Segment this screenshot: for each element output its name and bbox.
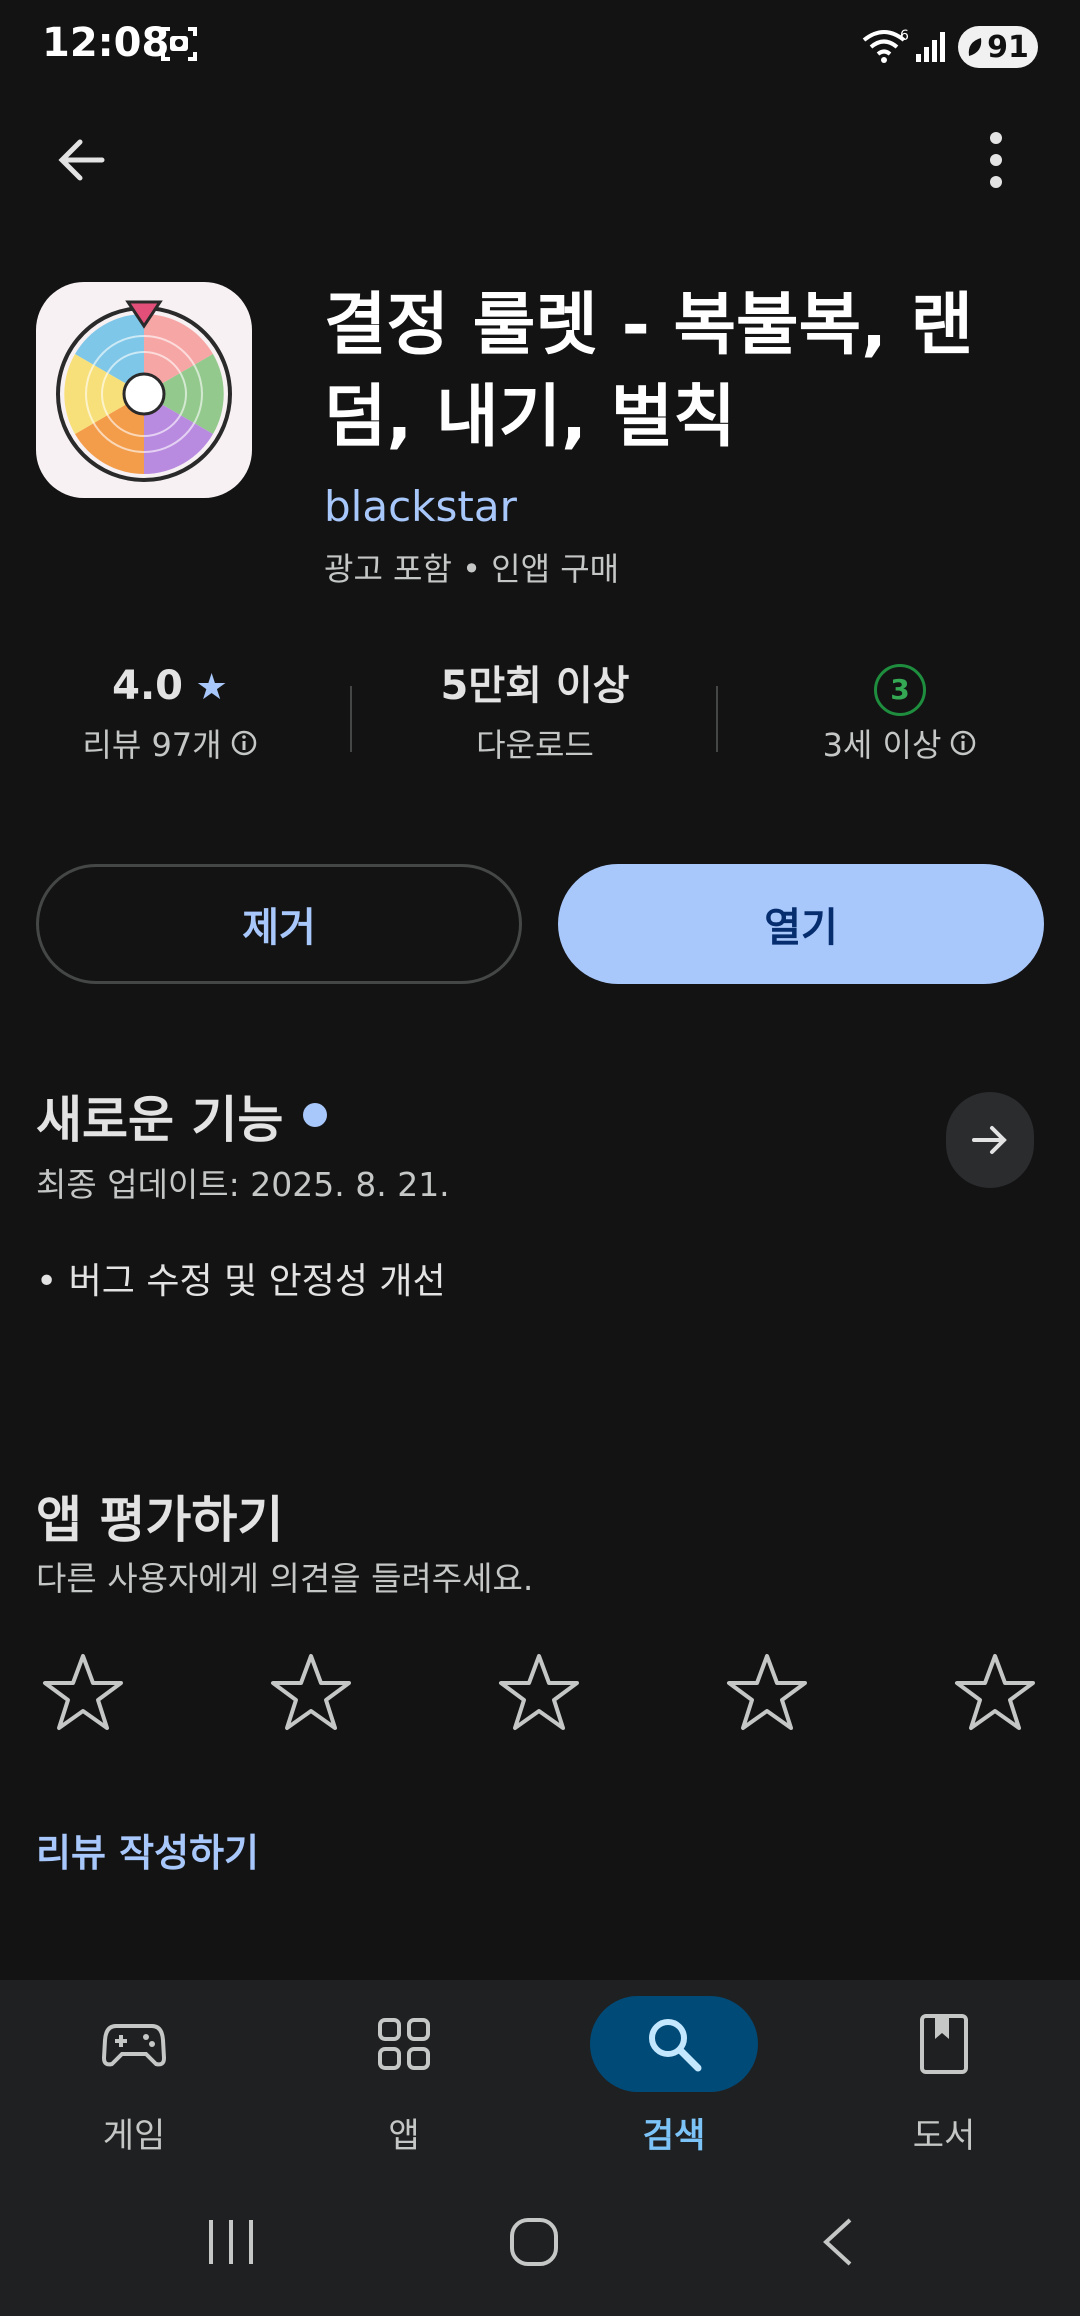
developer-link[interactable]: blackstar [324,482,517,531]
downloads-value: 5만회 이상 [440,663,630,709]
nav-books-label: 도서 [912,2116,976,2156]
rating-stat[interactable]: 4.0 ★ 리뷰 97개 [40,660,300,766]
downloads-label: 다운로드 [476,726,594,764]
star-icon: ★ [183,667,228,708]
info-icon [951,730,976,756]
search-icon [649,2019,702,2072]
wifi-icon: 6 [862,28,909,63]
nav-search-label: 검색 [642,2116,706,2156]
nav-books[interactable]: 도서 [838,1996,1038,2166]
stat-divider [350,686,352,752]
age-rating-stat[interactable]: 3 3세 이상 [770,660,1030,766]
svg-text:6: 6 [900,28,909,44]
app-tags: 광고 포함 • 인앱 구매 [324,550,620,588]
rate-star-2-icon[interactable] [268,1650,354,1736]
book-icon [920,2014,968,2074]
nav-games-label: 게임 [102,2116,166,2156]
home-icon[interactable] [508,2216,560,2268]
more-options-icon[interactable] [978,128,1014,192]
rate-app-title: 앱 평가하기 [36,1491,284,1549]
write-review-link[interactable]: 리뷰 작성하기 [36,1822,259,1877]
review-count: 리뷰 97개 [82,726,222,764]
downloads-stat: 5만회 이상 다운로드 [400,660,670,766]
last-updated: 최종 업데이트: 2025. 8. 21. [36,1165,450,1204]
battery-indicator: 91 [958,26,1038,68]
app-icon [36,282,252,498]
gamepad-icon [102,2024,166,2067]
battery-level: 91 [987,29,1029,65]
system-back-icon[interactable] [818,2216,858,2268]
uninstall-button[interactable]: 제거 [36,864,522,984]
stat-divider [716,686,718,752]
rate-star-1-icon[interactable] [40,1650,126,1736]
whats-new-title: 새로운 기능 [36,1091,284,1149]
back-arrow-icon[interactable] [52,130,112,190]
recent-apps-icon[interactable] [206,2216,256,2268]
screen-recorder-icon [161,27,197,61]
signal-icon [916,32,945,62]
age-rating-label: 3세 이상 [822,726,942,764]
rate-star-5-icon[interactable] [952,1650,1038,1736]
nav-search[interactable]: 검색 [568,1996,768,2166]
power-saving-icon [968,38,982,56]
new-indicator-dot [303,1103,327,1127]
whats-new-arrow-button[interactable] [946,1092,1034,1188]
nav-apps[interactable]: 앱 [298,1996,498,2166]
nav-games[interactable]: 게임 [28,1996,228,2166]
apps-grid-icon [378,2018,430,2070]
rate-app-subtitle: 다른 사용자에게 의견을 들려주세요. [36,1559,534,1598]
rate-star-3-icon[interactable] [496,1650,582,1736]
rating-value: 4.0 ★ [112,663,228,709]
open-button[interactable]: 열기 [558,864,1044,984]
status-time: 12:08 [42,20,170,66]
info-icon [231,730,256,756]
app-title: 결정 룰렛 - 복불복, 랜덤, 내기, 벌칙 [324,286,974,457]
roulette-wheel-icon [56,300,232,482]
arrow-right-icon [972,1126,1007,1154]
rate-star-4-icon[interactable] [724,1650,810,1736]
nav-apps-label: 앱 [388,2116,420,2156]
release-notes: • 버그 수정 및 안정성 개선 [36,1261,446,1302]
age-rating-badge: 3 [874,664,926,716]
